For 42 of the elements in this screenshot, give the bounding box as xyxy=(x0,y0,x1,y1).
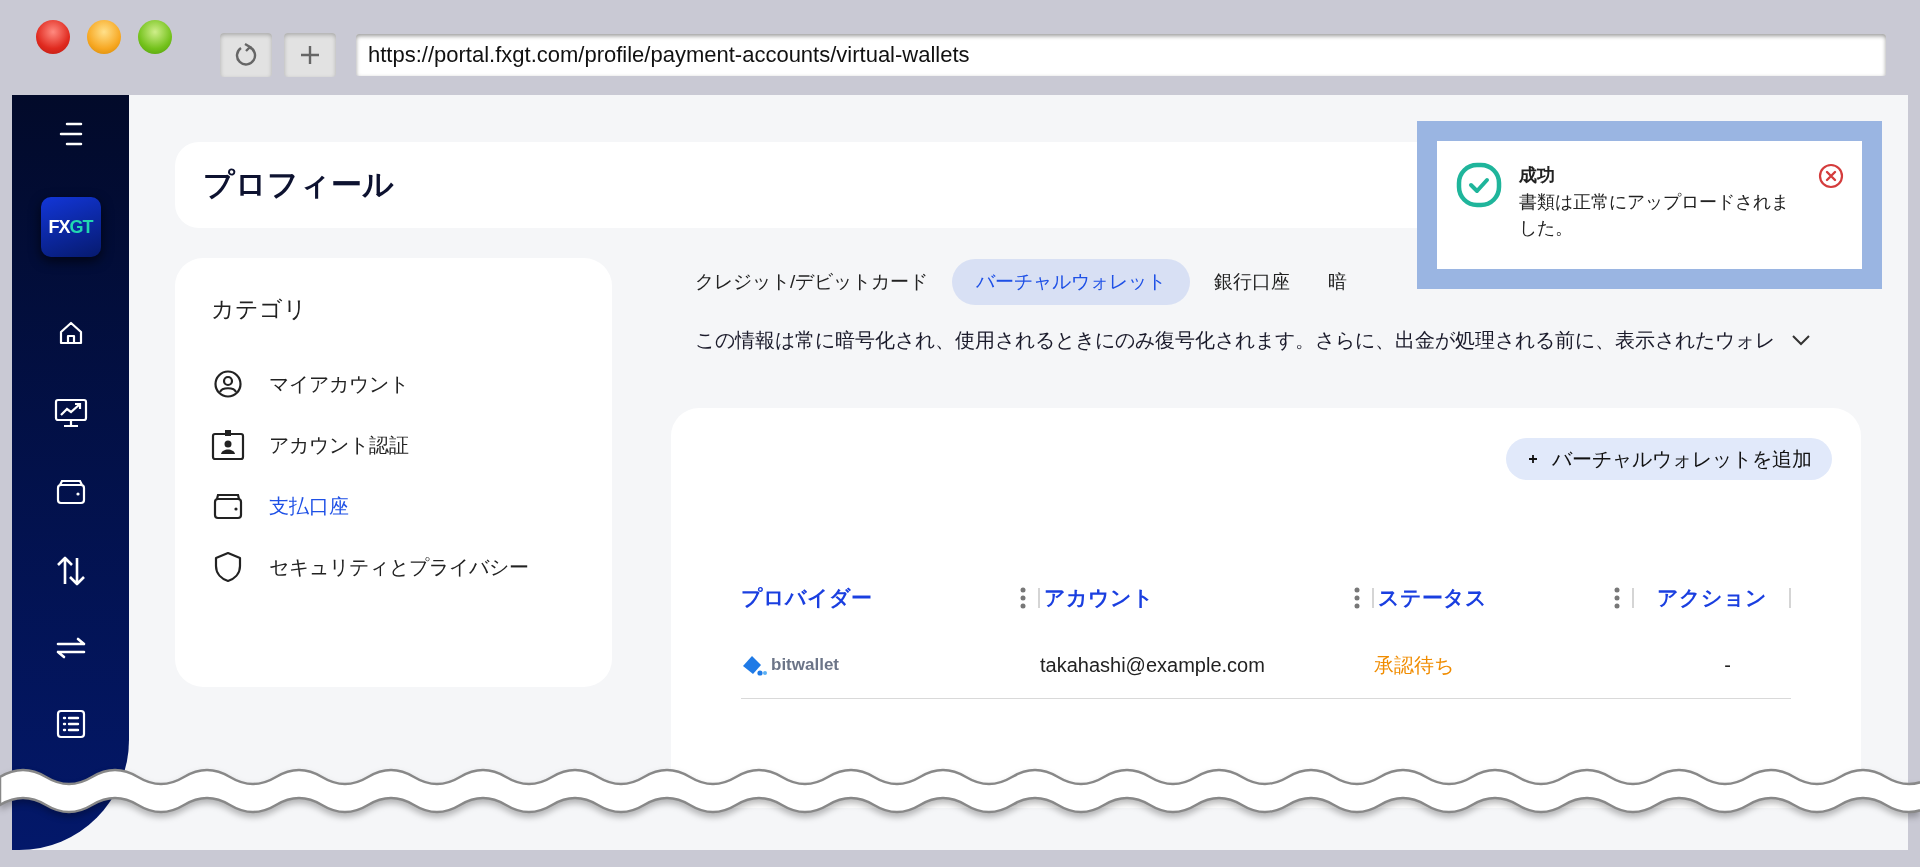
column-menu-icon[interactable] xyxy=(1354,587,1360,609)
provider-name: bitwallet xyxy=(771,655,839,675)
info-text: この情報は常に暗号化され、使用されるときにのみ復号化されます。さらに、出金が処理される前に、表示されたウォレ xyxy=(695,327,1775,353)
column-header[interactable]: プロバイダー xyxy=(741,584,872,612)
page-title: プロフィール xyxy=(203,166,394,204)
swap-arrows-icon[interactable] xyxy=(54,637,87,659)
chevron-down-icon[interactable] xyxy=(1791,334,1811,346)
logo[interactable]: FXGT xyxy=(40,197,101,257)
new-tab-button[interactable] xyxy=(284,32,336,77)
close-window-button[interactable] xyxy=(36,20,70,54)
tab[interactable]: 銀行口座 xyxy=(1200,259,1305,305)
column-header[interactable]: アクション xyxy=(1657,584,1767,612)
category-item[interactable]: アカウント認証 xyxy=(211,428,576,462)
tab[interactable]: 暗 xyxy=(1314,259,1362,305)
tab[interactable]: バーチャルウォレット xyxy=(952,259,1191,305)
plus-icon xyxy=(1528,454,1538,464)
column-menu-icon[interactable] xyxy=(1614,587,1620,609)
id-badge-icon xyxy=(211,429,245,461)
toast-title: 成功 xyxy=(1519,164,1556,187)
wallet-logo-icon xyxy=(741,653,767,677)
status-text: 承認待ち xyxy=(1374,652,1454,678)
column-menu-icon[interactable] xyxy=(1020,587,1026,609)
wallet-icon[interactable] xyxy=(55,479,86,505)
address-bar[interactable]: https://portal.fxgt.com/profile/payment-accounts/virtual-wallets xyxy=(356,33,1886,76)
add-wallet-button[interactable]: バーチャルウォレットを追加 xyxy=(1506,438,1832,480)
column-header[interactable]: アカウント xyxy=(1044,584,1154,612)
user-circle-icon xyxy=(211,369,245,399)
category-item[interactable]: 支払口座 xyxy=(211,489,576,523)
tab[interactable]: クレジット/デビットカード xyxy=(695,259,943,305)
toast-message: 書類は正常にアップロードされました。 xyxy=(1519,191,1790,241)
reload-icon xyxy=(233,41,259,68)
category-title: カテゴリ xyxy=(211,295,308,324)
chart-monitor-icon[interactable] xyxy=(53,397,88,429)
table-cell: - xyxy=(1724,653,1731,677)
category-item[interactable]: セキュリティとプライバシー xyxy=(211,550,576,584)
column-header[interactable]: ステータス xyxy=(1378,584,1487,612)
table-cell: takahashi@example.com xyxy=(1040,653,1265,677)
category-item[interactable]: マイアカウント xyxy=(211,367,576,401)
wallet-icon xyxy=(211,492,245,520)
close-icon[interactable] xyxy=(1818,163,1844,189)
reload-button[interactable] xyxy=(220,32,272,77)
list-icon[interactable] xyxy=(55,709,86,739)
